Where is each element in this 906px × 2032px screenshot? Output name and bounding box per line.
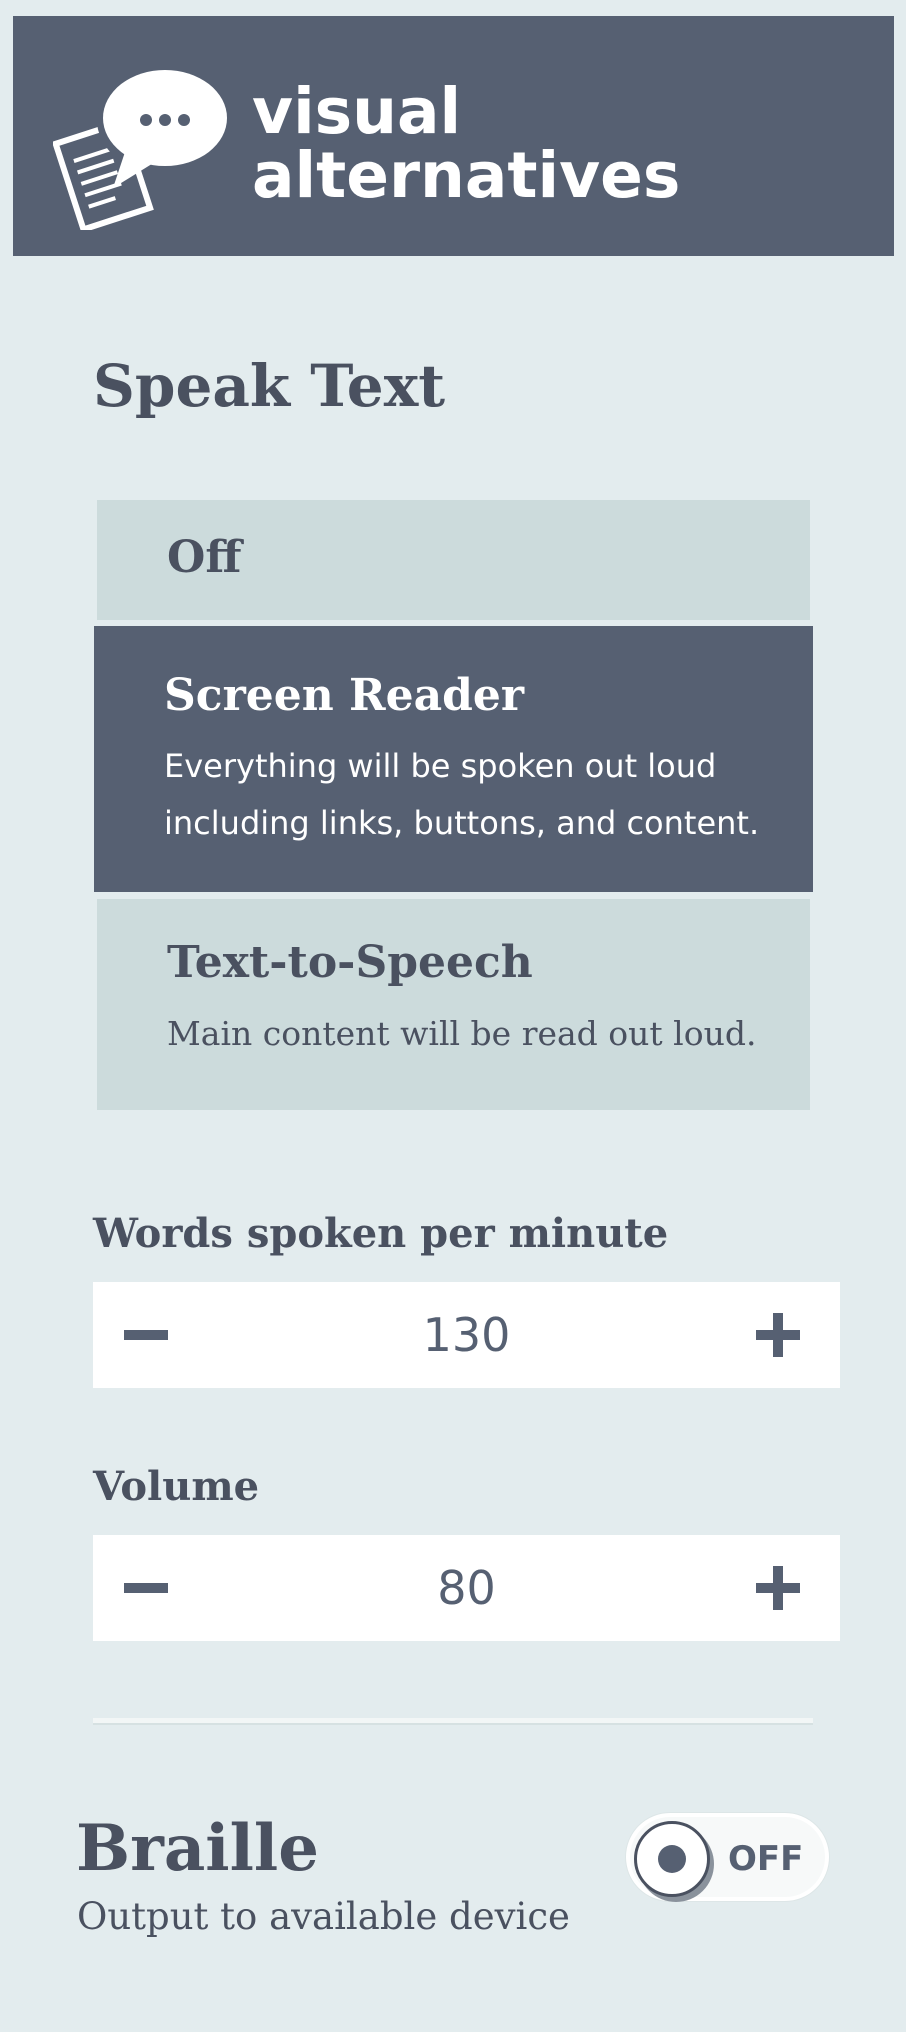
words-per-minute-label: Words spoken per minute	[93, 1210, 669, 1257]
speak-option-screen-reader[interactable]: Screen Reader Everything will be spoken …	[94, 626, 813, 892]
braille-description: Output to available device	[77, 1895, 570, 1938]
option-description-line-1: Everything will be spoken out loud	[164, 747, 717, 785]
braille-toggle[interactable]: OFF	[626, 1813, 829, 1901]
braille-title: Braille	[76, 1811, 319, 1886]
volume-value: 80	[437, 1561, 496, 1615]
increase-words-per-minute-button[interactable]	[740, 1282, 840, 1388]
option-title: Off	[167, 532, 242, 583]
words-per-minute-value: 130	[422, 1308, 511, 1362]
toggle-knob	[634, 1821, 710, 1897]
volume-stepper: 80	[93, 1535, 840, 1641]
option-title: Screen Reader	[164, 670, 525, 721]
speech-bubble-document-icon	[53, 66, 233, 230]
words-per-minute-stepper: 130	[93, 1282, 840, 1388]
option-title: Text-to-Speech	[167, 937, 533, 988]
speak-option-off[interactable]: Off	[97, 500, 810, 620]
decrease-volume-button[interactable]	[93, 1535, 193, 1641]
toggle-state-label: OFF	[728, 1839, 804, 1879]
option-description: Main content will be read out loud.	[167, 1014, 757, 1053]
volume-label: Volume	[93, 1463, 260, 1510]
decrease-words-per-minute-button[interactable]	[93, 1282, 193, 1388]
option-description-line-2: including links, buttons, and content.	[164, 804, 760, 842]
speak-text-title: Speak Text	[93, 352, 446, 420]
app-logo-text: visual alternatives	[252, 80, 680, 208]
speak-option-text-to-speech[interactable]: Text-to-Speech Main content will be read…	[97, 899, 810, 1110]
section-divider	[93, 1718, 813, 1725]
logo-line-1: visual	[252, 75, 462, 148]
option-description: Everything will be spoken out loud inclu…	[164, 738, 759, 852]
app-header: visual alternatives	[13, 16, 894, 256]
toggle-knob-dot	[658, 1845, 686, 1873]
increase-volume-button[interactable]	[740, 1535, 840, 1641]
logo-line-2: alternatives	[252, 139, 681, 212]
